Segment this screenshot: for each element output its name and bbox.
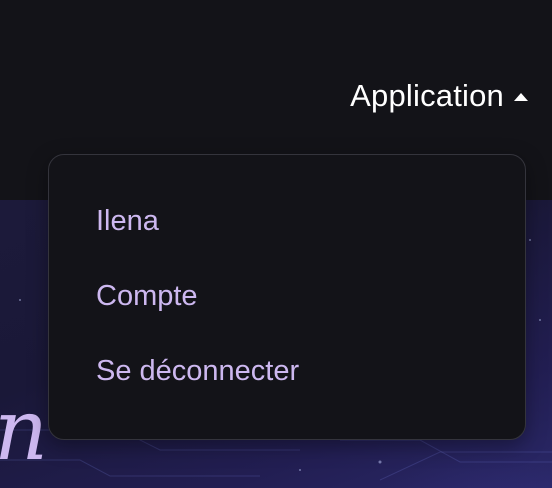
menu-item-logout[interactable]: Se déconnecter [96,355,299,388]
hero-logo-glyph: n [0,388,48,472]
application-menu-toggle[interactable]: Application [350,78,528,114]
menu-item-user[interactable]: Ilena [96,205,159,238]
application-menu-label: Application [350,78,504,113]
application-dropdown-menu: Ilena Compte Se déconnecter [48,154,526,440]
menu-item-account[interactable]: Compte [96,280,198,313]
caret-up-icon [514,93,528,101]
